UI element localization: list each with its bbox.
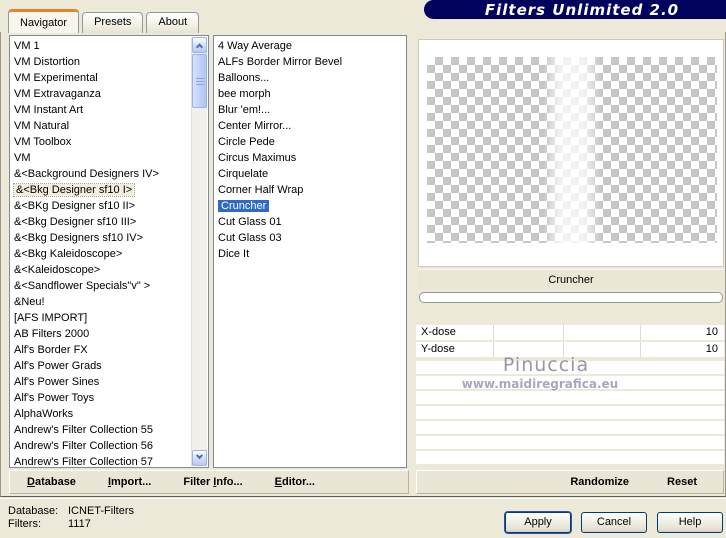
category-item[interactable]: VM Instant Art <box>10 102 208 118</box>
category-item[interactable]: Alf's Power Sines <box>10 374 208 390</box>
parameter-row-empty <box>416 421 724 434</box>
filter-item[interactable]: Cut Glass 01 <box>214 214 406 230</box>
filter-item[interactable]: Cut Glass 03 <box>214 230 406 246</box>
category-item[interactable]: &<Bkg Kaleidoscope> <box>10 246 208 262</box>
category-item[interactable]: [AFS IMPORT] <box>10 310 208 326</box>
status-filters-label: Filters: <box>8 518 41 530</box>
tab-about-label: About <box>158 16 188 28</box>
category-item[interactable]: &<Bkg Designers sf10 IV> <box>10 230 208 246</box>
filter-list[interactable]: 4 Way Average ALFs Border Mirror Bevel B… <box>213 35 407 468</box>
scroll-up-button[interactable] <box>192 37 207 53</box>
app-title: Filters Unlimited 2.0 <box>484 0 680 19</box>
title-pill: Filters Unlimited 2.0 <box>424 0 726 19</box>
status-database-value: ICNET-Filters <box>68 505 134 517</box>
status-info: Database: ICNET-Filters Filters: 1117 <box>8 505 134 530</box>
scroll-thumb[interactable] <box>192 54 207 108</box>
toolbar-left: Database Import... Filter Info... Editor… <box>9 470 409 494</box>
category-item[interactable]: Alf's Power Toys <box>10 390 208 406</box>
filter-info-button[interactable]: Filter Info... <box>183 476 242 488</box>
filter-item[interactable]: Dice It <box>214 246 406 262</box>
category-item[interactable]: AlphaWorks <box>10 406 208 422</box>
cancel-button[interactable]: Cancel <box>581 512 647 533</box>
import-button[interactable]: Import... <box>108 476 151 488</box>
chevron-down-icon <box>195 451 204 459</box>
chevron-up-icon <box>195 42 204 50</box>
status-filters-value: 1117 <box>68 518 91 530</box>
tab-navigator-label: Navigator <box>20 17 68 29</box>
apply-button[interactable]: Apply <box>505 512 571 533</box>
category-item[interactable]: &<Sandflower Specials"v" > <box>10 278 208 294</box>
category-item[interactable]: VM Experimental <box>10 70 208 86</box>
parameter-row-empty <box>416 376 724 389</box>
parameter-row-empty <box>416 436 724 449</box>
slider-value: 10 <box>705 343 718 355</box>
slider-x-dose[interactable]: X-dose 10 <box>416 325 724 340</box>
category-item[interactable]: Alf's Power Grads <box>10 358 208 374</box>
filter-item[interactable]: bee morph <box>214 86 406 102</box>
filter-item[interactable]: Circus Maximus <box>214 150 406 166</box>
category-item[interactable]: VM 1 <box>10 38 208 54</box>
slider-label: Y-dose <box>421 343 455 355</box>
category-item[interactable]: VM <box>10 150 208 166</box>
parameter-row-empty <box>416 406 724 419</box>
help-button[interactable]: Help <box>657 512 723 533</box>
category-item[interactable]: VM Natural <box>10 118 208 134</box>
category-item[interactable]: Alf's Border FX <box>10 342 208 358</box>
parameter-row-empty <box>416 391 724 404</box>
filter-item-selected[interactable]: Cruncher <box>214 198 406 214</box>
filter-item[interactable]: Cirquelate <box>214 166 406 182</box>
category-item[interactable]: &<Background Designers IV> <box>10 166 208 182</box>
category-item[interactable]: Andrew's Filter Collection 57 <box>10 454 208 467</box>
filter-item[interactable]: Balloons... <box>214 70 406 86</box>
progress-bar <box>419 292 723 303</box>
randomize-button[interactable]: Randomize <box>570 476 629 488</box>
thumb-grip-icon <box>195 77 204 85</box>
selected-filter-bar: Cruncher <box>418 269 724 290</box>
filter-item[interactable]: ALFs Border Mirror Bevel <box>214 54 406 70</box>
category-list[interactable]: VM 1 VM Distortion VM Experimental VM Ex… <box>9 35 209 468</box>
transparency-checkerboard <box>427 57 717 243</box>
editor-button[interactable]: Editor... <box>275 476 315 488</box>
category-scrollbar[interactable] <box>191 37 207 466</box>
preview-area <box>418 39 724 267</box>
tab-navigator[interactable]: Navigator <box>8 9 80 33</box>
slider-value: 10 <box>705 326 718 338</box>
reset-button[interactable]: Reset <box>667 476 697 488</box>
tab-presets-label: Presets <box>94 16 132 28</box>
tab-about[interactable]: About <box>146 12 200 33</box>
category-item[interactable]: VM Toolbox <box>10 134 208 150</box>
category-item-selected[interactable]: &<Bkg Designer sf10 I> <box>10 182 208 198</box>
navigator-page: VM 1 VM Distortion VM Experimental VM Ex… <box>0 32 726 497</box>
scroll-down-button[interactable] <box>192 450 207 466</box>
category-item[interactable]: VM Extravaganza <box>10 86 208 102</box>
filter-item[interactable]: Center Mirror... <box>214 118 406 134</box>
category-item[interactable]: VM Distortion <box>10 54 208 70</box>
tab-strip: Navigator Presets About <box>8 9 202 33</box>
filter-item[interactable]: Circle Pede <box>214 134 406 150</box>
parameter-panel: X-dose 10 Y-dose 10 <box>416 325 724 466</box>
slider-y-dose[interactable]: Y-dose 10 <box>416 342 724 357</box>
database-button[interactable]: Database <box>27 476 76 488</box>
category-item[interactable]: &<Bkg Designer sf10 III> <box>10 214 208 230</box>
selected-filter-name: Cruncher <box>548 274 594 286</box>
filter-item[interactable]: Corner Half Wrap <box>214 182 406 198</box>
category-item[interactable]: &Neu! <box>10 294 208 310</box>
parameter-row-empty <box>416 451 724 464</box>
category-item[interactable]: &<BKg Designer sf10 II> <box>10 198 208 214</box>
category-item[interactable]: AB Filters 2000 <box>10 326 208 342</box>
filter-item[interactable]: Blur 'em!... <box>214 102 406 118</box>
category-item[interactable]: Andrew's Filter Collection 56 <box>10 438 208 454</box>
slider-label: X-dose <box>421 326 456 338</box>
category-item[interactable]: Andrew's Filter Collection 55 <box>10 422 208 438</box>
filter-item[interactable]: 4 Way Average <box>214 38 406 54</box>
tab-presets[interactable]: Presets <box>82 12 144 33</box>
status-database-label: Database: <box>8 505 59 517</box>
toolbar-right: Randomize Reset <box>416 470 724 494</box>
category-item[interactable]: &<Kaleidoscope> <box>10 262 208 278</box>
parameter-row-empty <box>416 361 724 374</box>
